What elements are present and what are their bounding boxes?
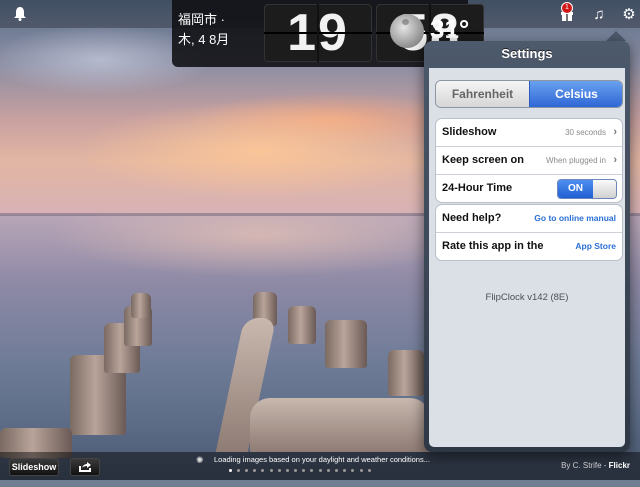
toggle-on-label: ON — [558, 180, 593, 198]
wooden-post — [325, 320, 367, 368]
24-hour-toggle[interactable]: ON — [557, 179, 617, 199]
credit-author: By C. Strife - — [561, 461, 607, 470]
photo-credit: By C. Strife - Flickr — [561, 461, 630, 470]
chevron-right-icon: › — [613, 126, 617, 138]
city-name: 福岡市 · — [178, 12, 225, 27]
page-dot — [244, 469, 248, 472]
row-label: Need help? — [442, 212, 502, 224]
flip-separator — [317, 4, 319, 62]
settings-group: Slideshow 30 seconds › Keep screen on Wh… — [435, 118, 623, 203]
date-text: 木, 4 8月 — [178, 32, 230, 47]
app-store-link[interactable]: App Store — [575, 233, 616, 260]
slideshow-row[interactable]: Slideshow 30 seconds › — [436, 119, 622, 147]
page-dot — [302, 469, 306, 472]
settings-popover: Settings Fahrenheit Celsius Slideshow 30… — [424, 41, 630, 452]
page-dot — [326, 469, 330, 472]
page-dot — [310, 469, 314, 472]
share-arrow-icon[interactable] — [70, 458, 100, 476]
24-hour-time-row: 24-Hour Time ON — [436, 175, 622, 202]
loading-spinner-icon: ✺ — [196, 455, 204, 465]
page-indicator — [226, 469, 373, 475]
celsius-option[interactable]: Celsius — [529, 81, 622, 107]
settings-title: Settings — [501, 46, 553, 61]
notification-badge: 1 — [561, 2, 573, 14]
page-dot — [228, 469, 232, 472]
wooden-post — [388, 350, 424, 396]
online-manual-link[interactable]: Go to online manual — [534, 205, 616, 232]
page-dot — [335, 469, 339, 472]
help-group: Need help? Go to online manual Rate this… — [435, 204, 623, 261]
share-arrow-shape — [79, 462, 91, 472]
row-label: Keep screen on — [442, 154, 524, 166]
moon-cloud-icon — [390, 14, 424, 48]
keep-screen-on-row[interactable]: Keep screen on When plugged in › — [436, 147, 622, 175]
page-dot — [294, 469, 298, 472]
page-dot — [351, 469, 355, 472]
page-dot — [236, 469, 240, 472]
flip-hours: 19 — [264, 4, 372, 62]
temperature-unit-control: Fahrenheit Celsius — [435, 80, 623, 108]
wooden-post — [131, 293, 151, 318]
page-dot — [285, 469, 289, 472]
row-label: Rate this app in the — [442, 240, 544, 252]
music-note-icon[interactable]: ♫ — [588, 4, 610, 26]
slideshow-button[interactable]: Slideshow — [9, 458, 59, 476]
row-label: 24-Hour Time — [442, 182, 513, 194]
page-dot — [269, 469, 273, 472]
fahrenheit-option[interactable]: Fahrenheit — [436, 81, 529, 107]
settings-content: Fahrenheit Celsius Slideshow 30 seconds … — [429, 68, 625, 447]
gear-icon[interactable]: ⚙ — [618, 4, 640, 26]
version-text: FlipClock v142 (8E) — [485, 292, 569, 303]
row-value: When plugged in — [545, 156, 606, 165]
page-dot — [343, 469, 347, 472]
popover-arrow — [606, 31, 626, 41]
loading-status: Loading images based on your daylight an… — [214, 455, 430, 464]
wooden-post — [288, 306, 316, 344]
page-dot — [253, 469, 257, 472]
need-help-row: Need help? Go to online manual — [436, 205, 622, 233]
credit-source-link[interactable]: Flickr — [609, 461, 630, 470]
bottom-bar: Slideshow ✺ Loading images based on your… — [0, 452, 640, 480]
row-label: Slideshow — [442, 126, 497, 138]
bell-icon-shape — [14, 7, 26, 21]
page-dot — [367, 469, 371, 472]
toggle-knob — [593, 180, 616, 198]
page-dot — [318, 469, 322, 472]
rate-app-row: Rate this app in the App Store — [436, 233, 622, 260]
page-dot — [277, 469, 281, 472]
bell-icon[interactable] — [12, 6, 28, 22]
page-dot — [261, 469, 265, 472]
pier-wall — [250, 398, 430, 452]
location-date: 福岡市 · 木, 4 8月 — [178, 10, 229, 50]
chevron-right-icon: › — [613, 154, 617, 166]
page-dot — [359, 469, 363, 472]
row-value: 30 seconds — [565, 128, 606, 137]
